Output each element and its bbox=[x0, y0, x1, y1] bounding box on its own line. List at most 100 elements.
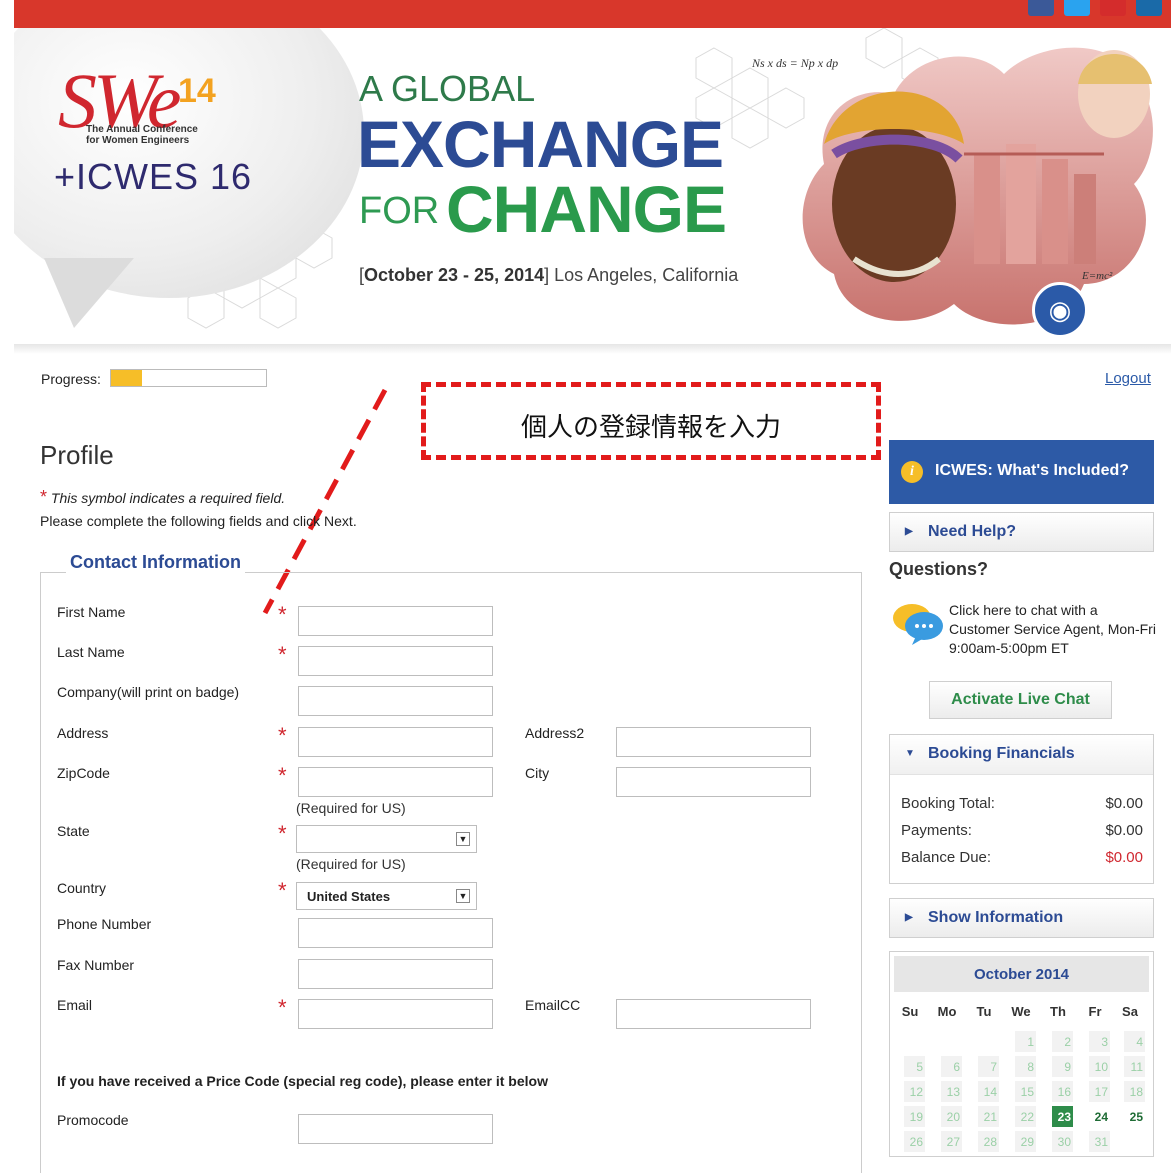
headline-change: CHANGE bbox=[446, 172, 727, 246]
calendar-day[interactable]: 26 bbox=[904, 1131, 925, 1152]
calendar-day[interactable]: 17 bbox=[1089, 1081, 1110, 1102]
calendar-day[interactable]: 9 bbox=[1052, 1056, 1073, 1077]
country-select[interactable]: United States ▼ bbox=[296, 882, 477, 910]
state-label: State bbox=[57, 823, 90, 839]
balance-due-row: Balance Due: $0.00 bbox=[901, 849, 1143, 866]
calendar-day[interactable]: 27 bbox=[941, 1131, 962, 1152]
zipcode-hint: (Required for US) bbox=[296, 800, 406, 816]
calendar-day[interactable]: 14 bbox=[978, 1081, 999, 1102]
zipcode-input[interactable] bbox=[298, 767, 493, 797]
last-name-label: Last Name bbox=[57, 644, 125, 660]
required-star-icon: * bbox=[278, 821, 287, 846]
city-input[interactable] bbox=[616, 767, 811, 797]
last-name-input[interactable] bbox=[298, 646, 493, 676]
required-note: * This symbol indicates a required field… bbox=[40, 487, 286, 507]
formula-transformer: Ns x ds = Np x dp bbox=[752, 56, 839, 70]
calendar-day[interactable]: 24 bbox=[1089, 1106, 1110, 1127]
address2-input[interactable] bbox=[616, 727, 811, 757]
women-engineers-photo bbox=[802, 47, 1153, 325]
calendar-day[interactable]: 10 bbox=[1089, 1056, 1110, 1077]
email-input[interactable] bbox=[298, 999, 493, 1029]
fax-label: Fax Number bbox=[57, 957, 135, 973]
first-name-input[interactable] bbox=[298, 606, 493, 636]
logo-number: 14 bbox=[178, 72, 216, 110]
calendar-day[interactable]: 11 bbox=[1124, 1056, 1145, 1077]
progress-bar bbox=[110, 369, 267, 387]
logout-link[interactable]: Logout bbox=[1105, 370, 1151, 387]
calendar-day[interactable]: 22 bbox=[1015, 1106, 1036, 1127]
calendar-day[interactable]: 31 bbox=[1089, 1131, 1110, 1152]
chat-bubble-icon[interactable] bbox=[892, 600, 944, 646]
address-input[interactable] bbox=[298, 727, 493, 757]
youtube-icon[interactable] bbox=[1100, 0, 1126, 16]
calendar-day[interactable]: 8 bbox=[1015, 1056, 1036, 1077]
calendar-day[interactable]: 1 bbox=[1015, 1031, 1036, 1052]
need-help-toggle[interactable]: ▶ Need Help? bbox=[889, 512, 1154, 552]
emailcc-input[interactable] bbox=[616, 999, 811, 1029]
calendar: October 2014 Su Mo Tu We Th Fr Sa 1 2 3 4 5 6 7 8 9 10 11… bbox=[889, 951, 1154, 1157]
banner-shadow bbox=[14, 344, 1171, 354]
logo-subtitle: The Annual Conference for Women Engineers bbox=[86, 124, 198, 146]
booking-financials-toggle[interactable]: ▼ Booking Financials bbox=[890, 735, 1153, 775]
promocode-input[interactable] bbox=[298, 1114, 493, 1144]
phone-label: Phone Number bbox=[57, 916, 152, 932]
calendar-day[interactable]: 29 bbox=[1015, 1131, 1036, 1152]
calendar-day[interactable]: 30 bbox=[1052, 1131, 1073, 1152]
booking-financials-panel: ▼ Booking Financials Booking Total: $0.00… bbox=[889, 734, 1154, 884]
annotation-box: 個人の登録情報を入力 bbox=[421, 382, 881, 460]
calendar-day[interactable]: 23 bbox=[1052, 1106, 1073, 1127]
calendar-day[interactable]: 4 bbox=[1124, 1031, 1145, 1052]
top-bar bbox=[14, 0, 1171, 28]
show-information-toggle[interactable]: ▶ Show Information bbox=[889, 898, 1154, 938]
triangle-right-icon: ▶ bbox=[905, 526, 913, 537]
company-input[interactable] bbox=[298, 686, 493, 716]
calendar-day[interactable]: 18 bbox=[1124, 1081, 1145, 1102]
state-select[interactable]: ▼ bbox=[296, 825, 477, 853]
twitter-icon[interactable] bbox=[1064, 0, 1090, 16]
activate-live-chat-button[interactable]: Activate Live Chat bbox=[929, 681, 1112, 719]
facebook-icon[interactable] bbox=[1028, 0, 1054, 16]
calendar-day[interactable]: 5 bbox=[904, 1056, 925, 1077]
calendar-weekday: Sa bbox=[1122, 1004, 1138, 1019]
required-star-icon: * bbox=[40, 487, 48, 507]
calendar-day[interactable]: 25 bbox=[1124, 1106, 1145, 1127]
phone-input[interactable] bbox=[298, 918, 493, 948]
booking-total-row: Booking Total: $0.00 bbox=[901, 795, 1143, 812]
email-label: Email bbox=[57, 997, 93, 1013]
calendar-day[interactable]: 19 bbox=[904, 1106, 925, 1127]
first-name-label: First Name bbox=[57, 604, 126, 620]
calendar-day[interactable]: 7 bbox=[978, 1056, 999, 1077]
calendar-day[interactable]: 13 bbox=[941, 1081, 962, 1102]
promo-heading: If you have received a Price Code (speci… bbox=[57, 1073, 548, 1089]
progress-fill bbox=[111, 370, 142, 386]
instructions: Please complete the following fields and… bbox=[40, 513, 357, 529]
whats-included-button[interactable]: i ICWES: What's Included? bbox=[889, 440, 1154, 504]
triangle-right-icon: ▶ bbox=[905, 912, 913, 923]
company-label: Company(will print on badge) bbox=[57, 684, 240, 700]
calendar-day[interactable]: 2 bbox=[1052, 1031, 1073, 1052]
logo-bubble-tail bbox=[44, 258, 134, 328]
headline-for: FOR bbox=[359, 190, 440, 232]
calendar-day[interactable]: 21 bbox=[978, 1106, 999, 1127]
calendar-weekday: Mo bbox=[937, 1004, 957, 1019]
globe-icon: ◉ bbox=[1032, 282, 1088, 338]
calendar-weekday: Su bbox=[901, 1004, 919, 1019]
promocode-label: Promocode bbox=[57, 1112, 129, 1128]
triangle-down-icon: ▼ bbox=[905, 748, 915, 759]
logo-icwes: +ICWES 16 bbox=[54, 156, 253, 197]
calendar-day[interactable]: 20 bbox=[941, 1106, 962, 1127]
chat-description[interactable]: Click here to chat with a Customer Servi… bbox=[949, 601, 1159, 658]
calendar-weekday: Tu bbox=[976, 1004, 992, 1019]
emailcc-label: EmailCC bbox=[525, 997, 581, 1013]
calendar-day[interactable]: 6 bbox=[941, 1056, 962, 1077]
calendar-day[interactable]: 28 bbox=[978, 1131, 999, 1152]
fax-input[interactable] bbox=[298, 959, 493, 989]
required-star-icon: * bbox=[278, 763, 287, 788]
calendar-day[interactable]: 16 bbox=[1052, 1081, 1073, 1102]
annotation-text: 個人の登録情報を入力 bbox=[520, 412, 781, 442]
linkedin-icon[interactable] bbox=[1136, 0, 1162, 16]
calendar-day[interactable]: 12 bbox=[904, 1081, 925, 1102]
headline-global: A GLOBAL bbox=[359, 68, 536, 109]
calendar-day[interactable]: 15 bbox=[1015, 1081, 1036, 1102]
calendar-day[interactable]: 3 bbox=[1089, 1031, 1110, 1052]
